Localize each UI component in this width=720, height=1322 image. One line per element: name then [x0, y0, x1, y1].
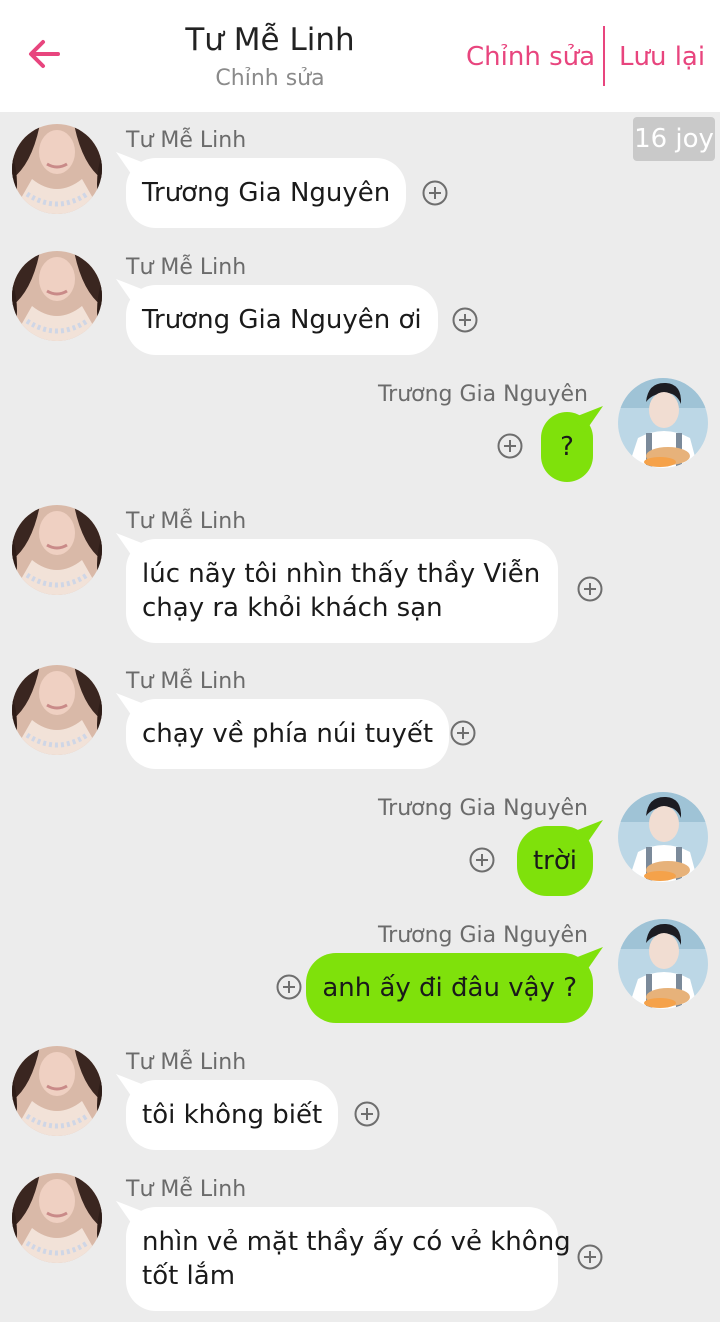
message-text-line: lúc nãy tôi nhìn thấy thầy Viễn	[142, 559, 541, 589]
add-icon[interactable]	[577, 576, 603, 602]
add-icon[interactable]	[497, 433, 523, 459]
avatar-truong-gia-nguyen[interactable]	[618, 792, 708, 882]
sender-name: Tư Mễ Linh	[126, 669, 247, 694]
sender-name: Tư Mễ Linh	[126, 509, 247, 534]
edit-button[interactable]: Chỉnh sửa	[466, 42, 595, 72]
sender-name: Tư Mễ Linh	[126, 255, 247, 280]
page-subtitle: Chỉnh sửa	[215, 66, 325, 91]
sender-name: Tư Mễ Linh	[126, 1177, 247, 1202]
message-bubble[interactable]: trời	[516, 826, 593, 896]
sender-name: Tư Mễ Linh	[126, 1050, 247, 1075]
avatar-tu-me-linh[interactable]	[12, 124, 102, 214]
sender-name: Trương Gia Nguyên	[377, 923, 588, 948]
add-icon[interactable]	[452, 307, 478, 333]
add-icon[interactable]	[450, 720, 476, 746]
message-bubble[interactable]: ?	[541, 412, 593, 482]
header-bar: Tư Mễ Linh Chỉnh sửa Chỉnh sửa Lưu lại	[0, 0, 720, 112]
arrow-left-icon[interactable]	[24, 34, 64, 74]
sender-name: Tư Mễ Linh	[126, 128, 247, 153]
message-bubble[interactable]: nhìn vẻ mặt thầy ấy có vẻ không tốt lắm	[126, 1207, 571, 1311]
page-title: Tư Mễ Linh	[185, 22, 355, 58]
message-text-line: chạy ra khỏi khách sạn	[142, 593, 443, 623]
avatar-tu-me-linh[interactable]	[12, 665, 102, 755]
save-button[interactable]: Lưu lại	[619, 42, 705, 72]
message-bubble[interactable]: Trương Gia Nguyên	[126, 158, 407, 228]
message-text-line: nhìn vẻ mặt thầy ấy có vẻ không	[142, 1227, 571, 1257]
avatar-truong-gia-nguyen[interactable]	[618, 378, 708, 468]
message-text-line: tốt lắm	[142, 1261, 236, 1291]
avatar-tu-me-linh[interactable]	[12, 251, 102, 341]
message-text: anh ấy đi đâu vậy ?	[322, 973, 577, 1003]
message-bubble[interactable]: lúc nãy tôi nhìn thấy thầy Viễn chạy ra …	[126, 539, 558, 643]
message-bubble[interactable]: chạy về phía núi tuyết	[126, 699, 450, 769]
avatar-tu-me-linh[interactable]	[12, 1046, 102, 1136]
add-icon[interactable]	[469, 847, 495, 873]
add-icon[interactable]	[577, 1244, 603, 1270]
add-icon[interactable]	[422, 180, 448, 206]
message-text: trời	[532, 846, 577, 876]
header-divider	[603, 26, 605, 86]
message-bubble[interactable]: anh ấy đi đâu vậy ?	[306, 953, 593, 1023]
message-text: Trương Gia Nguyên	[142, 178, 391, 208]
sender-name: Trương Gia Nguyên	[377, 382, 588, 407]
message-text: chạy về phía núi tuyết	[142, 719, 434, 749]
message-bubble[interactable]: Trương Gia Nguyên ơi	[126, 285, 438, 355]
avatar-tu-me-linh[interactable]	[12, 1173, 102, 1263]
message-text: Trương Gia Nguyên ơi	[142, 305, 422, 335]
add-icon[interactable]	[354, 1101, 380, 1127]
sender-name: Trương Gia Nguyên	[377, 796, 588, 821]
message-text: ?	[560, 432, 574, 462]
message-bubble[interactable]: tôi không biết	[126, 1080, 339, 1150]
watermark-badge: 16 joy	[633, 117, 715, 161]
message-text: tôi không biết	[142, 1100, 323, 1130]
avatar-truong-gia-nguyen[interactable]	[618, 919, 708, 1009]
avatar-tu-me-linh[interactable]	[12, 505, 102, 595]
add-icon[interactable]	[276, 974, 302, 1000]
